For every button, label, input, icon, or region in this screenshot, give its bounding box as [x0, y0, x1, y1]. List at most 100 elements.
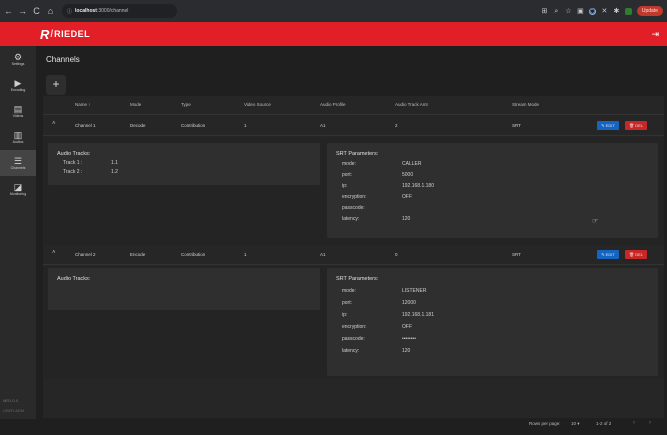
- srt-value: 192.168.1.180: [402, 183, 434, 189]
- app-header: R / RIEDEL ⇥: [0, 22, 667, 46]
- translate-icon[interactable]: ⊞: [541, 8, 548, 15]
- sidebar-item-settings[interactable]: ⚙ Settings: [0, 46, 36, 72]
- page-title: Channels: [46, 55, 80, 64]
- puzzle-icon[interactable]: ✱: [613, 8, 620, 15]
- header-mode[interactable]: Mode: [130, 102, 141, 107]
- srt-key: encryption:: [342, 324, 367, 330]
- collapse-icon[interactable]: ˄: [52, 121, 56, 127]
- logout-icon[interactable]: ⇥: [651, 29, 659, 40]
- sidebar-item-label: Audios: [12, 139, 24, 144]
- srt-key: latency:: [342, 348, 360, 354]
- delete-button[interactable]: 🗑 DEL: [625, 121, 647, 130]
- close-extension-icon[interactable]: ✕: [601, 8, 608, 15]
- add-channel-button[interactable]: +: [46, 75, 66, 95]
- logo-text: RIEDEL: [54, 29, 91, 39]
- track-key: Track 1 :: [63, 160, 83, 166]
- table-row[interactable]: ˄ Channel 2 Encode Contribution 1 A1 0 S…: [43, 245, 664, 265]
- track-key: Track 2 :: [63, 169, 83, 175]
- srt-value: ••••••••: [402, 336, 417, 342]
- srt-value: OFF: [402, 324, 412, 330]
- srt-value: 120: [402, 348, 411, 354]
- table-header: Name ↑ Mode Type Video Source Audio Prof…: [43, 96, 664, 115]
- logo-r: R: [40, 26, 50, 42]
- row-details: Audio Tracks: SRT Parameters: mode: LIST…: [43, 266, 664, 378]
- address-bar[interactable]: ⓘ localhost :3000/channel: [62, 4, 177, 18]
- cell-type: Contribution: [181, 123, 206, 128]
- table-row[interactable]: ˄ Channel 1 Decode Contribution 1 A1 2 S…: [43, 116, 664, 136]
- panel-title: Audio Tracks:: [57, 276, 91, 282]
- track-value: 1.1: [111, 160, 118, 166]
- cell-audio-profile: A1: [320, 123, 326, 128]
- cell-name: Channel 1: [75, 123, 96, 128]
- sidebar-item-videos[interactable]: ▤ Videos: [0, 98, 36, 124]
- rows-per-page-select[interactable]: 10 ▾: [571, 421, 580, 427]
- address-host: localhost: [75, 8, 97, 14]
- logo-slash: /: [50, 28, 54, 40]
- forward-icon[interactable]: →: [17, 4, 28, 18]
- sidebar-item-label: Videos: [12, 113, 24, 118]
- delete-button[interactable]: 🗑 DEL: [625, 250, 647, 259]
- video-icon: ▤: [13, 103, 23, 114]
- version-label: MR1.0.0: [3, 398, 19, 403]
- home-icon[interactable]: ⌂: [45, 4, 56, 18]
- address-path: :3000/channel: [96, 8, 129, 14]
- site-info-icon[interactable]: ⓘ: [67, 8, 72, 15]
- cell-name: Channel 2: [75, 252, 96, 257]
- sidebar-item-label: Settings: [11, 61, 25, 66]
- cell-audio-track-amt: 2: [395, 123, 398, 128]
- srt-value: 5000: [402, 172, 414, 178]
- header-type[interactable]: Type: [181, 102, 191, 107]
- sidebar: ⚙ Settings ▶ Encoding ▤ Videos ▥ Audios …: [0, 46, 36, 419]
- srt-value: OFF: [402, 194, 412, 200]
- user-label: USER.ADM: [3, 408, 25, 413]
- main-content: Channels + Name ↑ Mode Type Video Source…: [36, 46, 667, 426]
- header-name[interactable]: Name ↑: [75, 102, 91, 107]
- panel-title: SRT Parameters:: [336, 151, 379, 157]
- edit-button[interactable]: ✎ EDIT: [597, 121, 619, 130]
- cell-stream-mode: SRT: [512, 252, 521, 257]
- track-value: 1.2: [111, 169, 118, 175]
- srt-key: mode:: [342, 161, 356, 167]
- prev-page-icon[interactable]: ‹: [633, 420, 635, 426]
- panel-title: SRT Parameters:: [336, 276, 379, 282]
- srt-key: mode:: [342, 288, 356, 294]
- srt-value: 12000: [402, 300, 416, 306]
- srt-parameters-panel: SRT Parameters: mode: CALLER port: 5000 …: [327, 143, 658, 238]
- row-details: Audio Tracks: Track 1 : 1.1 Track 2 : 1.…: [43, 137, 664, 245]
- cell-stream-mode: SRT: [512, 123, 521, 128]
- sidebar-item-encoding[interactable]: ▶ Encoding: [0, 72, 36, 98]
- srt-key: passcode:: [342, 205, 365, 211]
- profile-extension-icon[interactable]: ◉: [588, 7, 596, 15]
- srt-value: 120: [402, 216, 411, 222]
- collapse-icon[interactable]: ˄: [52, 250, 56, 256]
- rows-per-page-label: Rows per page:: [529, 421, 561, 426]
- srt-value: LISTENER: [402, 288, 427, 294]
- pagination: Rows per page: 10 ▾ 1-2 of 2 ‹ ›: [43, 420, 664, 435]
- riedel-logo: R / RIEDEL: [40, 27, 90, 42]
- cell-mode: Decode: [130, 123, 146, 128]
- account-icon[interactable]: [624, 7, 632, 15]
- srt-key: ip:: [342, 183, 348, 189]
- sidebar-item-channels[interactable]: ☰ Channels: [0, 150, 36, 176]
- header-audio-profile[interactable]: Audio Profile: [320, 102, 346, 107]
- sidebar-item-audios[interactable]: ▥ Audios: [0, 124, 36, 150]
- header-video-source[interactable]: Video Source: [244, 102, 271, 107]
- monitoring-icon: ◪: [13, 181, 23, 192]
- zoom-icon[interactable]: ⌕: [553, 8, 560, 15]
- header-audio-track-amt[interactable]: Audio Track Amt: [395, 102, 428, 107]
- srt-key: ip:: [342, 312, 348, 318]
- header-stream-mode[interactable]: Stream Mode: [512, 102, 539, 107]
- sidebar-item-label: Encoding: [10, 87, 26, 92]
- cell-audio-profile: A1: [320, 252, 326, 257]
- cell-mode: Encode: [130, 252, 146, 257]
- extension-icon[interactable]: ▣: [577, 8, 584, 15]
- back-icon[interactable]: ←: [3, 4, 14, 18]
- sidebar-item-monitoring[interactable]: ◪ Monitoring: [0, 176, 36, 202]
- update-button[interactable]: Update: [636, 6, 663, 16]
- star-icon[interactable]: ☆: [565, 8, 572, 15]
- reload-icon[interactable]: C: [31, 4, 42, 18]
- edit-button[interactable]: ✎ EDIT: [597, 250, 619, 259]
- mouse-cursor-icon: ☞: [592, 218, 599, 225]
- srt-key: passcode:: [342, 336, 365, 342]
- next-page-icon[interactable]: ›: [649, 420, 651, 426]
